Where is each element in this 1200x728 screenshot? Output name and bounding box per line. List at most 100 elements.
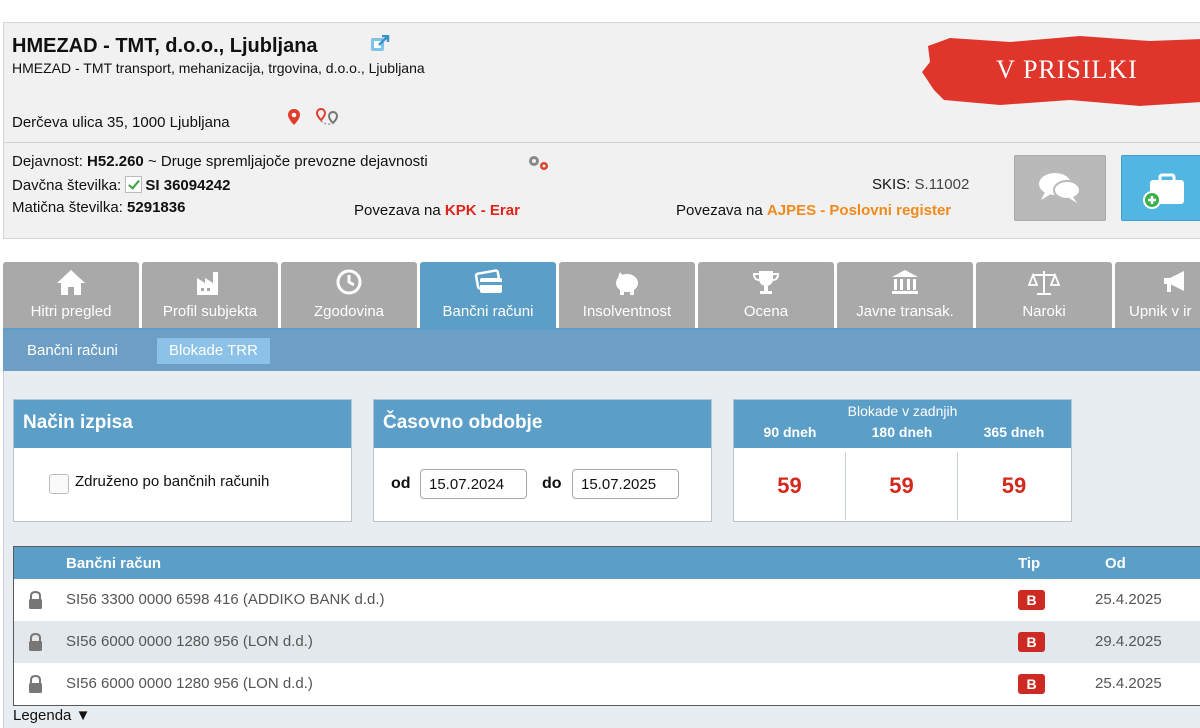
period-panel: Časovno obdobje od 15.07.2024 do 15.07.2…	[373, 399, 712, 522]
account-cell: SI56 6000 0000 1280 956 (LON d.d.)	[66, 633, 313, 650]
account-cell: SI56 6000 0000 1280 956 (LON d.d.)	[66, 675, 313, 692]
skis-value: S.11002	[914, 176, 970, 193]
from-label: od	[391, 475, 411, 492]
briefcase-add-icon	[1143, 173, 1184, 209]
tab-hearings[interactable]: Naroki	[976, 262, 1112, 328]
activity-line: Dejavnost: H52.260 ~ Druge spremljajoče …	[12, 153, 428, 170]
reg-number: 5291836	[127, 199, 186, 216]
comments-button[interactable]	[1014, 155, 1106, 221]
card-icon	[474, 269, 502, 293]
tab-history[interactable]: Zgodovina	[281, 262, 417, 328]
kpk-link[interactable]: KPK - Erar	[445, 202, 520, 219]
table-header: Bančni račun Tip Od	[14, 547, 1200, 579]
company-header: HMEZAD - TMT, d.o.o., Ljubljana HMEZAD -…	[3, 22, 1200, 239]
blockades-table: Bančni račun Tip Od SI56 3300 0000 6598 …	[13, 546, 1200, 706]
to-label: do	[542, 475, 562, 492]
from-date-cell: 25.4.2025	[1095, 591, 1162, 608]
external-link-icon[interactable]	[370, 35, 390, 53]
sub-tabs: Bančni računi Blokade TRR	[3, 330, 1200, 371]
subtab-blockades[interactable]: Blokade TRR	[157, 338, 270, 364]
table-row[interactable]: SI56 6000 0000 1280 956 (LON d.d.) B 29.…	[14, 621, 1200, 663]
to-date-input[interactable]: 15.07.2025	[572, 469, 679, 499]
blockades-180-value: 59	[846, 452, 958, 520]
tab-rating[interactable]: Ocena	[698, 262, 834, 328]
skis-line: SKIS: S.11002	[872, 176, 969, 193]
ajpes-link-line: Povezava na AJPES - Poslovni register	[676, 202, 951, 219]
tab-label: Upnik v ir	[1129, 303, 1192, 320]
reg-number-line: Matična številka: 5291836	[12, 199, 185, 216]
portfolio-add-button[interactable]	[1121, 155, 1200, 221]
group-by-account-checkbox[interactable]	[49, 474, 69, 494]
blockades-panel: Blokade v zadnjih 90 dneh 180 dneh 365 d…	[733, 399, 1072, 522]
home-icon	[57, 270, 85, 295]
status-text: V PRISILKI	[996, 55, 1138, 84]
kpk-link-line: Povezava na KPK - Erar	[354, 202, 520, 219]
tax-number-line: Davčna številka: SI 36094242	[12, 176, 230, 194]
piggy-bank-icon	[616, 272, 638, 295]
company-name: HMEZAD - TMT, d.o.o., Ljubljana	[12, 35, 318, 57]
tab-bank-accounts[interactable]: Bančni računi	[420, 262, 556, 328]
activity-label: Dejavnost:	[12, 153, 83, 170]
checkbox-label: Združeno po bančnih računih	[75, 473, 270, 490]
company-full-name: HMEZAD - TMT transport, mehanizacija, tr…	[12, 60, 425, 76]
chat-bubbles-icon	[1039, 173, 1081, 203]
company-title-area: HMEZAD - TMT, d.o.o., Ljubljana HMEZAD -…	[4, 23, 1200, 143]
lock-icon	[29, 675, 42, 693]
blockades-title: Blokade v zadnjih	[847, 403, 958, 419]
display-mode-panel: Način izpisa Združeno po bančnih računih	[13, 399, 352, 522]
blockades-365-value: 59	[1001, 473, 1027, 498]
tax-number: SI 36094242	[145, 177, 231, 194]
panel-title: Časovno obdobje	[374, 400, 711, 448]
main-tabs: Hitri pregled Profil subjekta Zgodovina …	[3, 262, 1200, 330]
blockades-90-value: 59	[734, 452, 846, 520]
tab-label: Zgodovina	[313, 303, 385, 320]
trophy-icon	[752, 271, 780, 294]
from-date-cell: 29.4.2025	[1095, 633, 1162, 650]
panel-title: Način izpisa	[14, 400, 351, 448]
lock-icon	[29, 633, 42, 651]
tab-quick-overview[interactable]: Hitri pregled	[3, 262, 139, 328]
ajpes-prefix: Povezava na	[676, 202, 763, 219]
type-badge: B	[1018, 674, 1045, 694]
tab-label: Naroki	[1022, 303, 1066, 320]
header-from[interactable]: Od	[1105, 555, 1126, 572]
lock-icon	[29, 591, 42, 609]
tax-label: Davčna številka:	[12, 177, 122, 194]
gears-icon[interactable]	[526, 153, 552, 173]
type-badge: B	[1018, 590, 1045, 610]
header-account[interactable]: Bančni račun	[66, 555, 161, 572]
from-date-input[interactable]: 15.07.2024	[420, 469, 527, 499]
tab-label: Profil subjekta	[162, 303, 258, 320]
activity-description: ~ Druge spremljajoče prevozne dejavnosti	[147, 153, 428, 170]
tab-creditor[interactable]: Upnik v ir	[1115, 262, 1200, 328]
verified-check-icon	[125, 176, 143, 193]
company-address: Derčeva ulica 35, 1000 Ljubljana	[12, 114, 230, 131]
factory-icon	[197, 272, 218, 295]
reg-label: Matična številka:	[12, 199, 123, 216]
kpk-prefix: Povezava na	[354, 202, 441, 219]
tab-label: Ocena	[743, 303, 789, 320]
map-pin-icon[interactable]	[285, 108, 303, 126]
subtab-bank-accounts[interactable]: Bančni računi	[15, 338, 130, 364]
blockades-365-label: 365 dneh	[983, 424, 1045, 440]
ajpes-link[interactable]: AJPES - Poslovni register	[767, 202, 951, 219]
bank-building-icon	[892, 270, 918, 294]
tab-label: Javne transak.	[856, 303, 954, 320]
skis-label: SKIS:	[872, 176, 911, 193]
route-icon[interactable]	[315, 107, 339, 127]
megaphone-icon	[1164, 271, 1184, 292]
tab-insolvency[interactable]: Insolventnost	[559, 262, 695, 328]
activity-code: H52.260	[87, 153, 144, 170]
from-date-cell: 25.4.2025	[1095, 675, 1162, 692]
tab-label: Hitri pregled	[30, 303, 112, 320]
tab-subject-profile[interactable]: Profil subjekta	[142, 262, 278, 328]
account-cell: SI56 3300 0000 6598 416 (ADDIKO BANK d.d…	[66, 591, 385, 608]
legend-toggle[interactable]: Legenda ▼	[13, 707, 90, 724]
header-type[interactable]: Tip	[1018, 555, 1040, 572]
blockades-90-label: 90 dneh	[763, 424, 817, 440]
tab-public-transactions[interactable]: Javne transak.	[837, 262, 973, 328]
table-row[interactable]: SI56 6000 0000 1280 956 (LON d.d.) B 25.…	[14, 663, 1200, 705]
table-row[interactable]: SI56 3300 0000 6598 416 (ADDIKO BANK d.d…	[14, 579, 1200, 621]
clock-icon	[336, 269, 362, 295]
type-badge: B	[1018, 632, 1045, 652]
